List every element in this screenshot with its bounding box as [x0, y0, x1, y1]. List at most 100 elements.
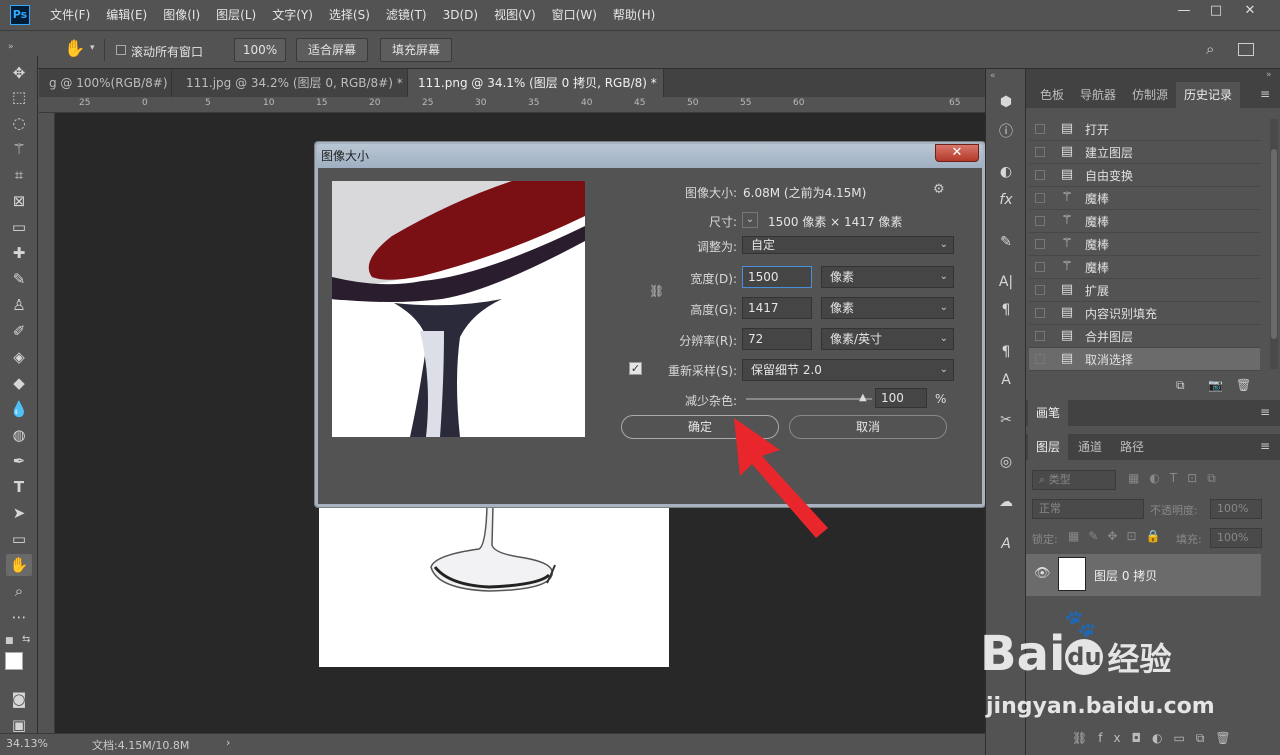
reduce-noise-slider-track[interactable] [746, 398, 872, 400]
dialog-close-button[interactable]: ✕ [935, 144, 979, 162]
height-input[interactable]: 1417 [742, 297, 812, 319]
swap-colors-icon[interactable]: ⇆ [22, 634, 30, 645]
list-item[interactable]: ⚚ 魔棒 [1029, 256, 1260, 279]
close-window-button[interactable]: ✕ [1234, 0, 1266, 24]
crop-tool-icon[interactable]: ⌗ [6, 164, 32, 186]
dimensions-unit-chevron-icon[interactable]: ⌄ [742, 212, 758, 228]
reduce-noise-input[interactable]: 100 [875, 388, 927, 408]
eraser-tool-icon[interactable]: ◈ [6, 346, 32, 368]
reduce-noise-slider-thumb[interactable]: ▲ [859, 392, 867, 403]
layer-name[interactable]: 图层 0 拷贝 [1094, 567, 1157, 584]
opacity-input[interactable]: 100% [1210, 499, 1262, 519]
ruler-tool-icon[interactable]: ▭ [6, 216, 32, 238]
menu-select[interactable]: 选择(S) [321, 0, 378, 31]
height-unit-dropdown[interactable]: 像素 ⌄ [821, 297, 954, 319]
document-canvas[interactable] [319, 504, 669, 667]
resample-method-dropdown[interactable]: 保留细节 2.0 ⌄ [742, 359, 954, 381]
tab-history[interactable]: 历史记录 [1176, 82, 1241, 108]
eye-icon[interactable]: 👁 [1034, 566, 1051, 581]
tab-doc-1[interactable]: g @ 100%(RGB/8#) *✕ [39, 69, 172, 97]
path-select-icon[interactable]: ➤ [6, 502, 32, 524]
menu-view[interactable]: 视图(V) [486, 0, 544, 31]
type-tool-icon[interactable]: T [6, 476, 32, 498]
character-styles-icon[interactable]: A [994, 369, 1018, 391]
tab-layers[interactable]: 图层 [1028, 434, 1069, 460]
settings-gear-icon[interactable]: ⚙ [933, 182, 945, 197]
zoom-tool-icon[interactable]: ⌕ [6, 580, 32, 602]
workspace-icon[interactable] [1238, 43, 1254, 56]
paragraph-icon[interactable]: ¶ [994, 299, 1018, 321]
brush-panel-menu-icon[interactable]: ≡ [1260, 405, 1270, 419]
menu-layer[interactable]: 图层(L) [208, 0, 264, 31]
layer-filter-icons[interactable]: ▦◐T⊡⧉ [1128, 471, 1226, 486]
dialog-titlebar[interactable]: 图像大小 ✕ [317, 144, 983, 168]
lock-icons[interactable]: ▦✎✥⊡🔒 [1068, 529, 1169, 543]
info-icon[interactable]: ⓘ [994, 121, 1018, 143]
menu-type[interactable]: 文字(Y) [264, 0, 321, 31]
menu-filter[interactable]: 滤镜(T) [378, 0, 435, 31]
history-scrollbar-thumb[interactable] [1271, 149, 1277, 339]
history-brush-source[interactable] [1035, 216, 1045, 226]
collapse-icons-icon[interactable]: « [990, 71, 996, 81]
panel-menu-icon[interactable]: ≡ [1260, 87, 1270, 101]
tab-doc-2[interactable]: 111.jpg @ 34.2% (图层 0, RGB/8#) *✕ [176, 69, 408, 97]
chevron-down-icon[interactable]: ▾ [90, 43, 95, 53]
list-item[interactable]: ▤ 建立图层 [1029, 141, 1260, 164]
zoom-level[interactable]: 34.13% [6, 737, 48, 750]
tab-navigator[interactable]: 导航器 [1072, 82, 1124, 108]
history-brush-source[interactable] [1035, 285, 1045, 295]
3d-cube-icon[interactable]: ⬢ [994, 91, 1018, 113]
status-menu-icon[interactable]: › [226, 736, 230, 749]
history-brush-source[interactable] [1035, 124, 1045, 134]
history-brush-source[interactable] [1035, 239, 1045, 249]
paragraph-styles-icon[interactable]: ¶ [994, 341, 1018, 363]
brush-tool-icon[interactable]: ✎ [6, 268, 32, 290]
rectangle-tool-icon[interactable]: ▭ [6, 528, 32, 550]
history-brush-icon[interactable]: ✐ [6, 320, 32, 342]
history-brush-source[interactable] [1035, 308, 1045, 318]
list-item[interactable]: ▤ 自由变换 [1029, 164, 1260, 187]
list-item[interactable]: ⚚ 魔棒 [1029, 233, 1260, 256]
list-item[interactable]: ▤ 扩展 [1029, 279, 1260, 302]
hand-tool-icon[interactable]: ✋ [6, 554, 32, 576]
dodge-tool-icon[interactable]: ◍ [6, 424, 32, 446]
tab-channels[interactable]: 通道 [1070, 434, 1110, 460]
trash-icon[interactable]: 🗑 [1236, 378, 1251, 392]
stamp-tool-icon[interactable]: ♙ [6, 294, 32, 316]
quick-mask-icon[interactable]: ◙ [6, 688, 32, 710]
tab-paths[interactable]: 路径 [1112, 434, 1152, 460]
history-brush-source[interactable] [1035, 147, 1045, 157]
list-item[interactable]: ▤ 合并图层 [1029, 325, 1260, 348]
search-icon[interactable]: ⌕ [1206, 40, 1214, 58]
maximize-button[interactable]: □ [1200, 0, 1232, 24]
libraries-icon[interactable]: ◎ [994, 451, 1018, 473]
magic-wand-tool-icon[interactable]: ⚚ [6, 138, 32, 160]
menu-file[interactable]: 文件(F) [42, 0, 98, 31]
menu-edit[interactable]: 编辑(E) [98, 0, 155, 31]
scroll-all-checkbox[interactable] [116, 45, 126, 55]
history-brush-source[interactable] [1035, 170, 1045, 180]
width-input[interactable]: 1500 [742, 266, 812, 288]
list-item[interactable]: ▤ 打开 [1029, 118, 1260, 141]
menu-3d[interactable]: 3D(D) [435, 0, 486, 31]
default-colors-icon[interactable]: ■ [5, 636, 14, 646]
zoom-100-button[interactable]: 100% [234, 38, 286, 62]
menu-image[interactable]: 图像(I) [155, 0, 208, 31]
history-brush-source[interactable] [1035, 262, 1045, 272]
layer-filter-dropdown[interactable]: ⌕ 类型 [1032, 470, 1116, 490]
tab-swatches[interactable]: 色板 [1032, 82, 1072, 108]
marquee-tool-icon[interactable]: ⬚ [6, 86, 32, 108]
list-item[interactable]: ⚚ 魔棒 [1029, 187, 1260, 210]
new-document-from-state-icon[interactable]: ⧉ [1176, 378, 1185, 393]
adjustments-icon[interactable]: ◐ [994, 161, 1018, 183]
pen-tool-icon[interactable]: ✒ [6, 450, 32, 472]
fill-screen-button[interactable]: 填充屏幕 [380, 38, 452, 62]
glyphs-icon[interactable]: A [994, 533, 1018, 555]
menu-window[interactable]: 窗口(W) [544, 0, 605, 31]
history-brush-source[interactable] [1035, 331, 1045, 341]
resolution-input[interactable]: 72 [742, 328, 812, 350]
layer-bottom-icons[interactable]: ⛓fx◘◐▭⧉🗑 [1072, 731, 1242, 746]
width-unit-dropdown[interactable]: 像素 ⌄ [821, 266, 954, 288]
foreground-color[interactable] [5, 652, 23, 670]
tab-clone-source[interactable]: 仿制源 [1124, 82, 1176, 108]
